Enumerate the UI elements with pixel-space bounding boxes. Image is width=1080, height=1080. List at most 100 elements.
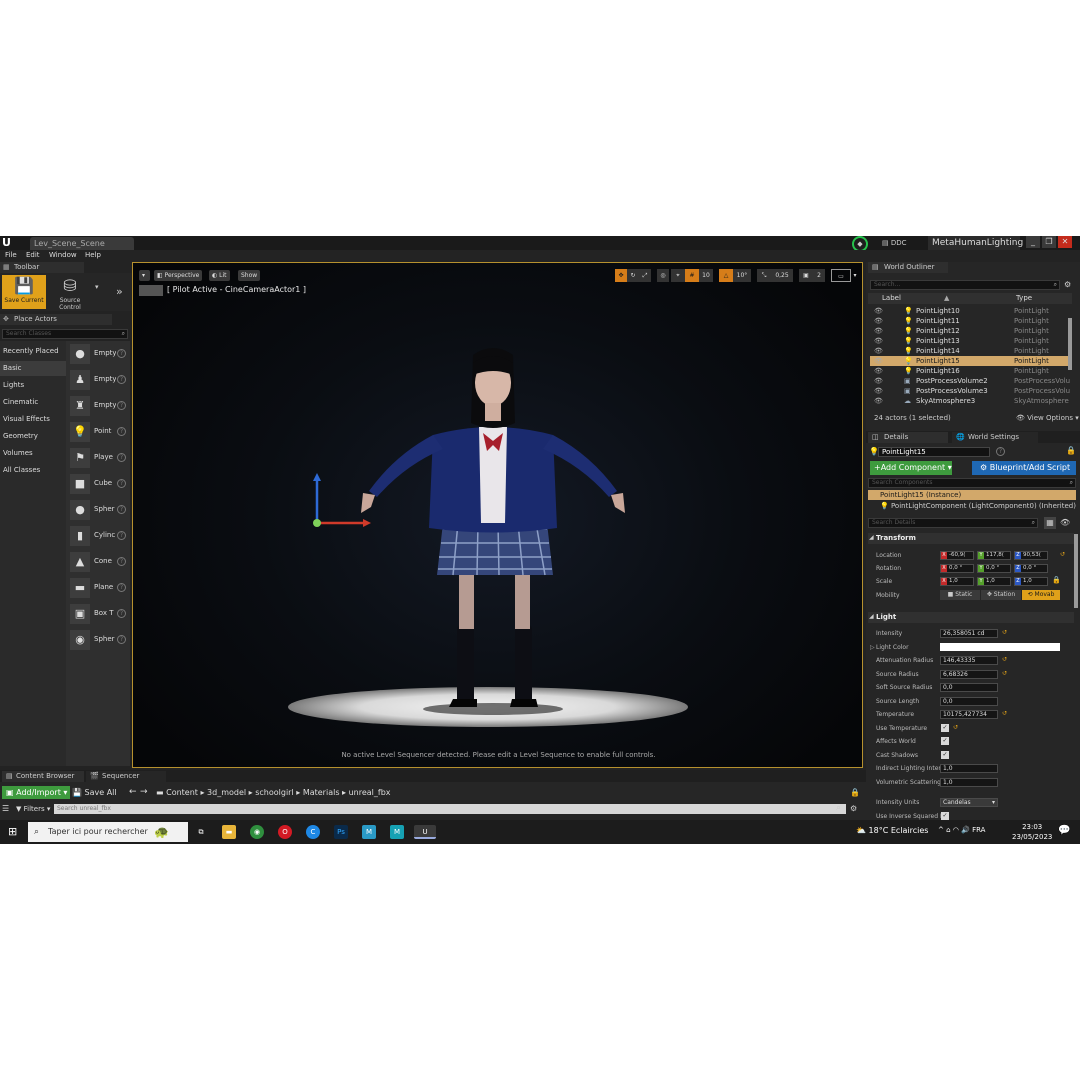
help-icon[interactable]: ? <box>117 349 126 358</box>
actor-item[interactable]: ⚑ Playe? <box>68 447 128 471</box>
outliner-row-selected[interactable]: 👁 💡 PointLight15 PointLight <box>870 356 1070 366</box>
source-length-field[interactable]: 0,0 <box>940 697 998 706</box>
opera-icon[interactable]: O <box>278 825 292 839</box>
light-section-header[interactable]: Light <box>868 612 1074 623</box>
select-mode-icon[interactable]: ✥ <box>615 269 627 282</box>
component-instance-row[interactable]: PointLight15 (Instance) <box>868 490 1076 500</box>
menu-file[interactable]: File <box>5 251 17 259</box>
app-c-icon[interactable]: C <box>306 825 320 839</box>
scale-z-field[interactable]: Z 1,0 <box>1014 577 1048 586</box>
scale-snap-icon[interactable]: ⤡ <box>757 269 771 282</box>
help-icon[interactable]: ? <box>117 453 126 462</box>
volumetric-scattering-field[interactable]: 1,0 <box>940 778 998 787</box>
scale-y-field[interactable]: Y 1,0 <box>977 577 1011 586</box>
actor-item[interactable]: ■ Cube? <box>68 473 128 497</box>
menu-help[interactable]: Help <box>85 251 101 259</box>
windows-start-icon[interactable]: ⊞ <box>8 825 17 838</box>
surface-snap-icon[interactable]: ⌖ <box>671 269 685 282</box>
cast-shadows-checkbox[interactable]: ✓ <box>941 751 949 759</box>
actor-item[interactable]: 💡 Point? <box>68 421 128 445</box>
lock-icon[interactable]: 🔒 <box>850 788 860 797</box>
outliner-row[interactable]: 👁 ▣ PostProcessVolume2 PostProcessVolu <box>870 376 1070 386</box>
toolbar-expand-icon[interactable]: » <box>116 285 123 298</box>
perspective-button[interactable]: ◧ Perspective <box>154 270 203 281</box>
point-light-component-row[interactable]: 💡 PointLightComponent (LightComponent0) … <box>880 502 1076 510</box>
use-temperature-checkbox[interactable]: ✓ <box>941 724 949 732</box>
rotation-y-field[interactable]: Y 0,0 ° <box>977 564 1011 573</box>
save-current-button[interactable]: 💾 Save Current <box>2 275 46 309</box>
outliner-row[interactable]: 👁 💡 PointLight14 PointLight <box>870 346 1070 356</box>
wifi-icon[interactable]: ◠ <box>953 826 961 834</box>
add-component-button[interactable]: +Add Component ▾ <box>870 461 952 475</box>
label-column-header[interactable]: Label <box>882 293 901 304</box>
affects-world-checkbox[interactable]: ✓ <box>941 737 949 745</box>
world-local-icon[interactable]: ◎ <box>657 269 669 282</box>
indirect-lighting-field[interactable]: 1,0 <box>940 764 998 773</box>
mobility-stationary-option[interactable]: ✥ Station <box>981 590 1021 600</box>
place-actors-tab[interactable]: ✥ Place Actors <box>0 314 112 325</box>
outliner-row[interactable]: 👁 ☁ SkyAtmosphere3 SkyAtmosphere <box>870 396 1070 406</box>
category-basic[interactable]: Basic <box>0 361 66 376</box>
search-components-input[interactable]: Search Components ⌕ <box>868 478 1076 488</box>
collapse-arrow-icon[interactable]: ◢ <box>869 613 874 620</box>
maximize-button[interactable]: ❐ <box>1042 236 1056 248</box>
transform-section-header[interactable]: Transform <box>868 533 1074 544</box>
content-settings-icon[interactable]: ⚙ <box>850 804 857 813</box>
grid-snap-value[interactable]: 10 <box>699 269 713 282</box>
transform-gizmo[interactable] <box>309 473 379 533</box>
reset-temperature-icon[interactable]: ↺ <box>1002 710 1007 717</box>
rotation-x-field[interactable]: X 0,0 ° <box>940 564 974 573</box>
clock[interactable]: 23:03 23/05/2023 <box>1012 822 1052 842</box>
ddc-indicator[interactable]: ▤ DDC <box>882 238 907 248</box>
rotation-z-field[interactable]: Z 0,0 ° <box>1014 564 1048 573</box>
help-icon[interactable]: ? <box>117 609 126 618</box>
grid-snap-icon[interactable]: # <box>685 269 699 282</box>
viewport-options-button[interactable]: ▾ <box>139 270 150 281</box>
category-recently-placed[interactable]: Recently Placed <box>0 344 66 359</box>
source-control-dropdown-icon[interactable]: ▾ <box>95 283 99 291</box>
scale-snap-value[interactable]: 0,25 <box>771 269 793 282</box>
help-icon[interactable]: ? <box>117 427 126 436</box>
level-viewport[interactable]: ▾ ◧ Perspective ◐ Lit Show [ Pilot Activ… <box>132 262 863 768</box>
sources-panel-icon[interactable]: ☰ <box>2 804 9 813</box>
taskbar-search-input[interactable]: ⌕ Taper ici pour rechercher 🐢 <box>28 822 188 842</box>
visibility-eye-icon[interactable]: 👁 <box>874 346 883 356</box>
task-view-icon[interactable]: ⧉ <box>194 825 208 839</box>
tray-chevron-icon[interactable]: ^ <box>938 826 946 834</box>
soft-source-radius-field[interactable]: 0,0 <box>940 683 998 692</box>
save-all-button[interactable]: 💾 Save All <box>72 786 117 799</box>
visibility-eye-icon[interactable]: 👁 <box>874 336 883 346</box>
network-icon[interactable]: ⌂ <box>946 826 953 834</box>
source-radius-field[interactable]: 6,68326 <box>940 670 998 679</box>
visibility-eye-icon[interactable]: 👁 <box>874 376 883 386</box>
breadcrumb-unreal-fbx[interactable]: unreal_fbx <box>349 788 391 797</box>
light-color-swatch[interactable] <box>940 643 1060 651</box>
breadcrumb-3d-model[interactable]: 3d_model <box>207 788 246 797</box>
content-search-input[interactable]: Search unreal_fbx <box>54 804 846 814</box>
scale-mode-icon[interactable]: ⤢ <box>639 269 651 282</box>
menu-edit[interactable]: Edit <box>26 251 40 259</box>
category-all-classes[interactable]: All Classes <box>0 463 66 478</box>
outliner-settings-icon[interactable]: ⚙ <box>1064 280 1071 289</box>
show-button[interactable]: Show <box>238 270 261 281</box>
actor-item[interactable]: ▲ Cone? <box>68 551 128 575</box>
visibility-eye-icon[interactable]: 👁 <box>874 306 883 316</box>
category-geometry[interactable]: Geometry <box>0 429 66 444</box>
breadcrumb-materials[interactable]: Materials <box>303 788 340 797</box>
breadcrumb-content[interactable]: Content <box>166 788 198 797</box>
mobility-movable-option[interactable]: ⟲ Movab <box>1022 590 1060 600</box>
camera-speed-icon[interactable]: ▣ <box>799 269 813 282</box>
outliner-row[interactable]: 👁 💡 PointLight12 PointLight <box>870 326 1070 336</box>
history-back-icon[interactable]: ← <box>129 786 137 799</box>
use-inverse-squared-checkbox[interactable]: ✓ <box>941 812 949 820</box>
search-classes-input[interactable]: Search Classes ⌕ <box>2 329 128 339</box>
unreal-taskbar-icon[interactable]: U <box>414 825 436 839</box>
outliner-row[interactable]: 👁 💡 PointLight10 PointLight <box>870 306 1070 316</box>
rotation-snap-value[interactable]: 10° <box>733 269 751 282</box>
details-scrollbar[interactable] <box>1074 534 1078 608</box>
attenuation-radius-field[interactable]: 146,43335 <box>940 656 998 665</box>
camera-speed-value[interactable]: 2 <box>813 269 825 282</box>
category-visual-effects[interactable]: Visual Effects <box>0 412 66 427</box>
type-column-header[interactable]: Type <box>1016 293 1032 304</box>
actor-item[interactable]: ▬ Plane? <box>68 577 128 601</box>
